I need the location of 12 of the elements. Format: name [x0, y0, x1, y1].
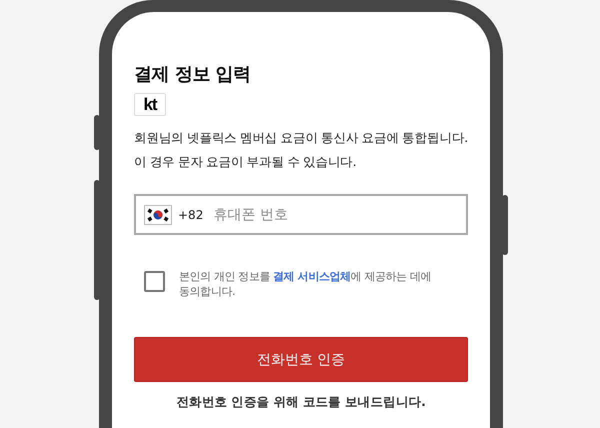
flag-icon [144, 204, 172, 224]
notice-text: 회원님의 넷플릭스 멤버십 요금이 통신사 요금에 통합됩니다. [134, 129, 468, 147]
consent-text: 본인의 개인 정보를 결제 서비스업체에 제공하는 데에 동의합니다. [179, 269, 432, 299]
phone-field[interactable]: +82 휴대폰 번호 [134, 194, 468, 235]
service-provider-link[interactable]: 결제 서비스업체 [273, 270, 351, 283]
verify-phone-button[interactable]: 전화번호 인증 [134, 337, 468, 382]
consent-checkbox[interactable] [144, 271, 165, 292]
footnote-text: 전화번호 인증을 위해 코드를 보내드립니다. [175, 394, 427, 411]
notice-text: 이 경우 문자 요금이 부과될 수 있습니다. [134, 153, 356, 171]
carrier-logo: kt [134, 93, 166, 116]
page-title: 결제 정보 입력 [134, 63, 252, 87]
country-code: +82 [178, 208, 204, 222]
